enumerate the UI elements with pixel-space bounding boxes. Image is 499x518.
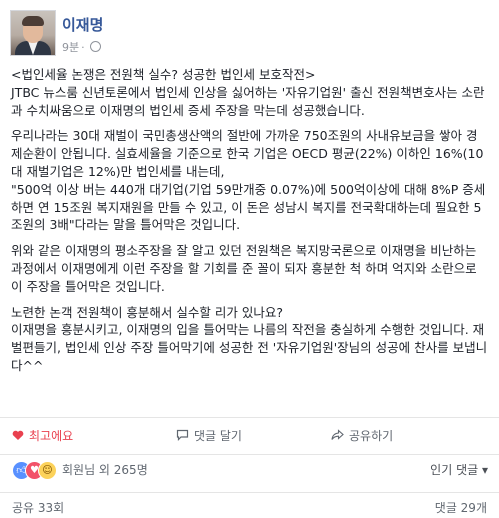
- comments-count[interactable]: 댓글 29개: [435, 499, 487, 516]
- reactions-bar: 👍︎ ♥ ☺ 회원님 외 265명 인기 댓글 ▾: [12, 460, 490, 480]
- love-reaction-button[interactable]: 최고에요: [12, 427, 73, 444]
- post-body: <법인세율 논쟁은 전원책 실수? 성공한 법인세 보호작전> JTBC 뉴스룸…: [11, 66, 489, 383]
- share-label: 공유하기: [349, 429, 394, 443]
- comment-label: 댓글 달기: [194, 429, 242, 443]
- share-icon: [331, 429, 344, 444]
- post-paragraph: 우리나라는 30대 재벌이 국민총생산액의 절반에 가까운 750조원의 사내유…: [11, 128, 486, 233]
- post-header: 이재명 9분 ·: [10, 10, 490, 58]
- share-button[interactable]: 공유하기: [331, 427, 393, 444]
- love-label: 최고에요: [29, 429, 74, 443]
- comment-icon: [176, 429, 189, 444]
- post-meta: 9분 ·: [62, 39, 101, 55]
- haha-reaction-icon[interactable]: ☺: [38, 461, 57, 480]
- post-paragraph: 노련한 논객 전원책이 흥분해서 실수할 리가 있나요? 이재명을 흥분시키고,…: [11, 304, 488, 373]
- post-time[interactable]: 9분: [62, 41, 79, 54]
- comment-sort-dropdown[interactable]: 인기 댓글 ▾: [430, 461, 488, 478]
- author-name[interactable]: 이재명: [62, 14, 103, 35]
- post-paragraph: <법인세율 논쟁은 전원책 실수? 성공한 법인세 보호작전> JTBC 뉴스룸…: [11, 67, 485, 118]
- action-bar: 최고에요 댓글 달기 공유하기: [0, 417, 499, 455]
- heart-icon: [12, 430, 24, 444]
- globe-icon: [89, 41, 101, 52]
- shares-count[interactable]: 공유 33회: [12, 499, 64, 516]
- author-avatar[interactable]: [10, 10, 56, 56]
- comment-button[interactable]: 댓글 달기: [176, 427, 242, 444]
- meta-separator: ·: [81, 41, 85, 54]
- post-paragraph: 위와 같은 이재명의 평소주장을 잘 알고 있던 전원책은 복지망국론으로 이재…: [11, 243, 481, 294]
- reactions-count[interactable]: 회원님 외 265명: [62, 461, 148, 478]
- post-footer: 공유 33회 댓글 29개: [0, 492, 499, 518]
